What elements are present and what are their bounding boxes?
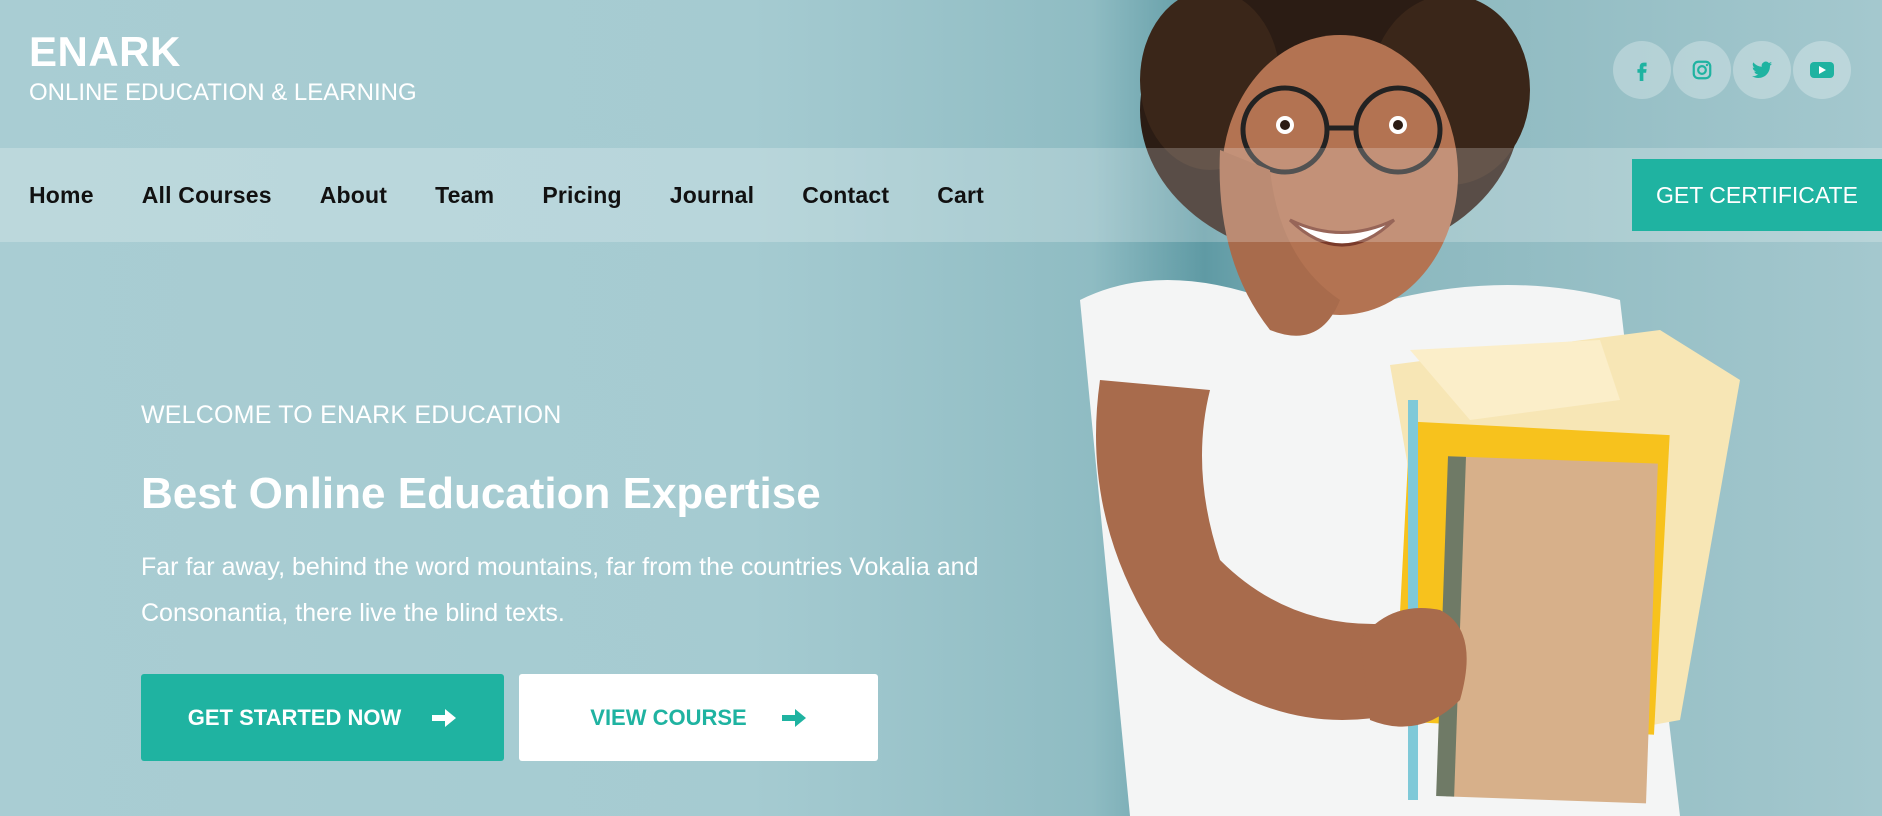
facebook-button[interactable] [1613,41,1671,99]
hero-content: WELCOME TO ENARK EDUCATION Best Online E… [141,398,1081,636]
main-navigation: Home All Courses About Team Pricing Jour… [0,148,1882,242]
nav-item-journal[interactable]: Journal [670,182,754,209]
nav-item-pricing[interactable]: Pricing [542,182,621,209]
brand-tagline: ONLINE EDUCATION & LEARNING [29,79,417,106]
get-started-label: GET STARTED NOW [187,704,402,730]
hero-headline: Best Online Education Expertise [141,469,821,518]
instagram-button[interactable] [1673,41,1731,99]
get-certificate-button[interactable]: GET CERTIFICATE [1632,159,1882,231]
nav-item-about[interactable]: About [320,182,387,209]
social-links [1613,41,1851,99]
nav-item-home[interactable]: Home [29,182,94,209]
brand-name[interactable]: ENARK [29,26,417,78]
hero-student-photo [1080,0,1740,816]
hero-welcome-text: WELCOME TO ENARK EDUCATION [141,401,562,429]
youtube-button[interactable] [1793,41,1851,99]
hero-section: ENARK ONLINE EDUCATION & LEARNING Home A… [0,0,1882,816]
view-course-label: VIEW COURSE [590,704,747,730]
instagram-icon [1692,60,1712,80]
nav-item-contact[interactable]: Contact [802,182,889,209]
hero-buttons: GET STARTED NOW VIEW COURSE [141,674,878,761]
view-course-button[interactable]: VIEW COURSE [519,674,878,761]
brand[interactable]: ENARK ONLINE EDUCATION & LEARNING [29,26,417,108]
twitter-icon [1751,61,1773,78]
nav-item-team[interactable]: Team [435,182,494,209]
nav-item-cart[interactable]: Cart [937,182,984,209]
youtube-icon [1810,62,1834,78]
arrow-right-icon [781,708,806,727]
nav-links: Home All Courses About Team Pricing Jour… [29,148,1032,242]
nav-item-all-courses[interactable]: All Courses [142,182,272,209]
twitter-button[interactable] [1733,41,1791,99]
arrow-right-icon [432,708,457,727]
hero-description: Far far away, behind the word mountains,… [141,553,979,627]
get-started-button[interactable]: GET STARTED NOW [141,674,504,761]
facebook-icon [1637,62,1647,81]
